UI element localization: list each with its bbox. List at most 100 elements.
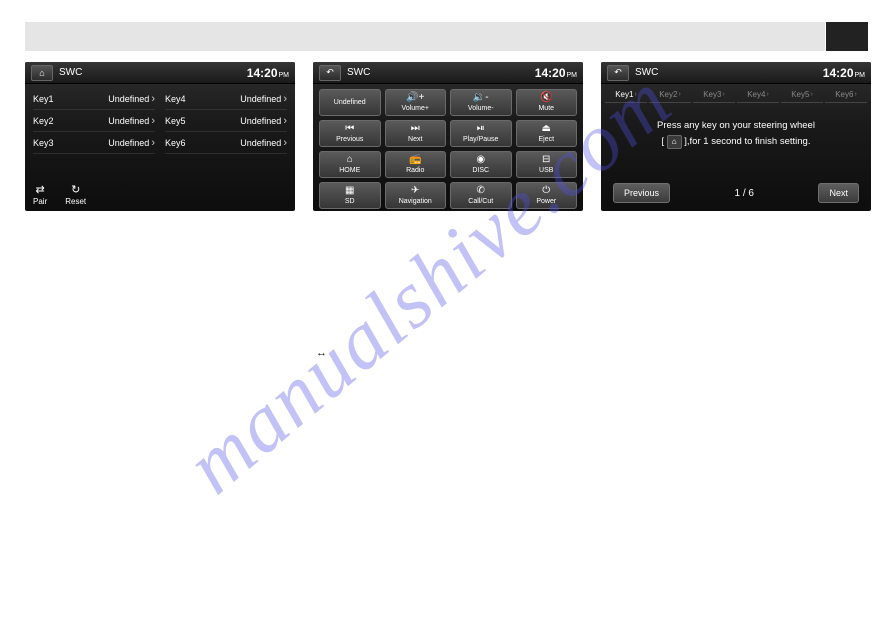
chevron-right-icon: › [283, 115, 287, 127]
screen1-title: SWC [59, 67, 247, 78]
inline-glyph: ↔ [316, 347, 327, 359]
screen2-time: 14:20PM [535, 66, 577, 80]
time-value: 14:20 [247, 66, 278, 80]
playpause-button[interactable]: ⏯ Play/Pause [450, 120, 512, 147]
instruction-line1: Press any key on your steering wheel [611, 118, 861, 134]
tab-key4[interactable]: Key4› [737, 87, 779, 103]
key-label: Key3 [33, 138, 69, 148]
key-row[interactable]: Key2 Undefined › [33, 110, 155, 132]
screen3-time: 14:20PM [823, 66, 865, 80]
screen2-title: SWC [347, 67, 535, 78]
home-icon: ⌂ [667, 135, 682, 149]
instruction-line2: [ ⌂ ],for 1 second to finish setting. [611, 134, 861, 150]
chevron-right-icon: › [283, 137, 287, 149]
radio-button[interactable]: 📻 Radio [385, 151, 447, 178]
chevron-right-icon: › [151, 137, 155, 149]
previous-button[interactable]: Previous [613, 183, 670, 203]
button-label: Previous [336, 136, 363, 143]
volume-up-button[interactable]: 🔊+ Volume+ [385, 89, 447, 116]
screen-swc-setkey: ↶ SWC 14:20PM Key1› Key2› Key3› Key4› Ke… [601, 62, 871, 211]
pair-label: Pair [33, 197, 47, 206]
key-row[interactable]: Key3 Undefined › [33, 132, 155, 154]
power-button[interactable]: ⏻ Power [516, 182, 578, 209]
tab-label: Key2 [659, 90, 677, 99]
volume-down-button[interactable]: 🔉- Volume- [450, 89, 512, 116]
playpause-icon: ⏯ [477, 124, 485, 134]
tab-key3[interactable]: Key3› [693, 87, 735, 103]
key-row[interactable]: Key6 Undefined › [165, 132, 287, 154]
key-row[interactable]: Key4 Undefined › [165, 88, 287, 110]
radio-icon: 📻 [409, 155, 421, 165]
chevron-right-icon: › [854, 91, 856, 98]
undefined-button[interactable]: Undefined [319, 89, 381, 116]
time-value: 14:20 [823, 66, 854, 80]
button-label: HOME [339, 167, 360, 174]
screen-swc-functions: ↶ SWC 14:20PM Undefined 🔊+ Volume+ 🔉- Vo… [313, 62, 583, 211]
reset-button[interactable]: ↻ Reset [65, 184, 86, 207]
next-button[interactable]: Next [818, 183, 859, 203]
key-value: Undefined [69, 116, 151, 126]
chevron-right-icon: › [151, 115, 155, 127]
screenshots-row: ⌂ SWC 14:20PM Key1 Undefined › Key4 Unde… [25, 62, 871, 211]
next-button[interactable]: ⏭ Next [385, 120, 447, 147]
tab-key6[interactable]: Key6› [825, 87, 867, 103]
mute-button[interactable]: 🔇 Mute [516, 89, 578, 116]
previous-button[interactable]: ⏮ Previous [319, 120, 381, 147]
key-row[interactable]: Key5 Undefined › [165, 110, 287, 132]
button-label: USB [539, 167, 553, 174]
tab-key1[interactable]: Key1› [605, 87, 647, 103]
tab-key5[interactable]: Key5› [781, 87, 823, 103]
key-row[interactable]: Key1 Undefined › [33, 88, 155, 110]
previous-icon: ⏮ [345, 124, 354, 134]
chevron-right-icon: › [722, 91, 724, 98]
page-indicator: 1 / 6 [735, 188, 754, 199]
eject-button[interactable]: ⏏ Eject [516, 120, 578, 147]
next-icon: ⏭ [411, 124, 420, 134]
key-value: Undefined [201, 138, 283, 148]
navigation-icon: ✈ [411, 186, 419, 196]
bracket-open: [ [662, 136, 665, 147]
power-icon: ⏻ [542, 186, 550, 196]
top-bar [25, 22, 825, 51]
key-label: Key2 [33, 116, 69, 126]
usb-icon: ⊟ [542, 155, 550, 165]
back-icon[interactable]: ↶ [319, 65, 341, 81]
screen3-title: SWC [635, 67, 823, 78]
button-label: DISC [472, 167, 489, 174]
button-label: Mute [538, 105, 554, 112]
key-tabs: Key1› Key2› Key3› Key4› Key5› Key6› [601, 84, 871, 104]
home-button[interactable]: ⌂ HOME [319, 151, 381, 178]
screen1-grid: Key1 Undefined › Key4 Undefined › Key2 U… [25, 84, 295, 154]
time-ampm: PM [567, 72, 578, 79]
reset-label: Reset [65, 197, 86, 206]
chevron-right-icon: › [766, 91, 768, 98]
chevron-right-icon: › [283, 93, 287, 105]
home-icon[interactable]: ⌂ [31, 65, 53, 81]
key-label: Key1 [33, 94, 69, 104]
button-label: Power [536, 198, 556, 205]
sd-button[interactable]: ▦ SD [319, 182, 381, 209]
reset-icon: ↻ [65, 184, 86, 197]
button-label: Volume+ [402, 105, 429, 112]
tab-label: Key5 [791, 90, 809, 99]
eject-icon: ⏏ [542, 124, 551, 134]
button-label: Play/Pause [463, 136, 498, 143]
screen1-header: ⌂ SWC 14:20PM [25, 62, 295, 84]
screen-swc-keys: ⌂ SWC 14:20PM Key1 Undefined › Key4 Unde… [25, 62, 295, 211]
mute-icon: 🔇 [540, 93, 552, 103]
time-ampm: PM [279, 72, 290, 79]
key-value: Undefined [69, 138, 151, 148]
navigation-button[interactable]: ✈ Navigation [385, 182, 447, 209]
back-icon[interactable]: ↶ [607, 65, 629, 81]
button-label: Call/Cut [468, 198, 493, 205]
home-icon: ⌂ [347, 155, 353, 165]
usb-button[interactable]: ⊟ USB [516, 151, 578, 178]
pair-button[interactable]: ⇄ Pair [33, 184, 47, 207]
tab-label: Key1 [615, 90, 633, 99]
tab-key2[interactable]: Key2› [649, 87, 691, 103]
key-label: Key5 [165, 116, 201, 126]
screen3-footer: Previous 1 / 6 Next [601, 183, 871, 203]
callcut-button[interactable]: ✆ Call/Cut [450, 182, 512, 209]
screen1-time: 14:20PM [247, 66, 289, 80]
disc-button[interactable]: ◉ DISC [450, 151, 512, 178]
